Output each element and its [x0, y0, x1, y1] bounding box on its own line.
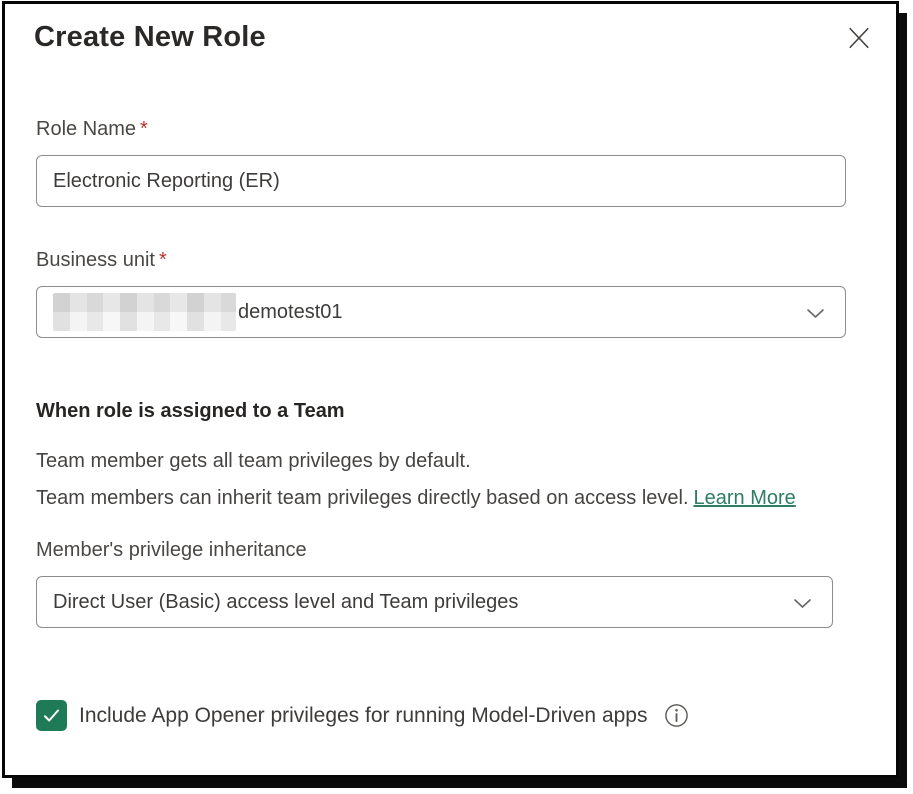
checkmark-icon: [40, 704, 63, 727]
privilege-inheritance-dropdown[interactable]: Direct User (Basic) access level and Tea…: [36, 576, 833, 628]
team-section-heading: When role is assigned to a Team: [36, 398, 846, 425]
app-opener-checkbox[interactable]: [36, 700, 67, 731]
required-asterisk: *: [140, 118, 148, 140]
redacted-text-blur: [53, 293, 236, 331]
close-icon: [844, 23, 874, 53]
close-button[interactable]: [840, 19, 878, 60]
dialog-header: Create New Role: [5, 4, 896, 60]
privilege-inheritance-value: Direct User (Basic) access level and Tea…: [53, 591, 518, 614]
dialog-content: Role Name* Business unit* demotest01 Whe…: [5, 116, 896, 731]
business-unit-value: demotest01: [238, 301, 343, 324]
app-opener-checkbox-row[interactable]: Include App Opener privileges for runnin…: [36, 700, 846, 731]
chevron-down-icon: [791, 592, 814, 615]
business-unit-label-text: Business unit: [36, 249, 155, 271]
info-icon: [663, 702, 690, 729]
team-inherit-text-body: Team members can inherit team privileges…: [36, 487, 689, 509]
learn-more-link[interactable]: Learn More: [694, 487, 796, 509]
dialog-frame: Create New Role Role Name* Business unit…: [0, 0, 913, 794]
role-name-label-text: Role Name: [36, 118, 136, 140]
info-button[interactable]: [663, 702, 690, 729]
role-name-input[interactable]: [36, 155, 846, 207]
team-default-text: Team member gets all team privileges by …: [36, 448, 846, 475]
privilege-inheritance-label: Member's privilege inheritance: [36, 537, 846, 564]
dialog-title: Create New Role: [34, 17, 266, 57]
business-unit-dropdown[interactable]: demotest01: [36, 286, 846, 338]
chevron-down-icon: [804, 302, 827, 325]
create-new-role-dialog: Create New Role Role Name* Business unit…: [2, 1, 899, 778]
role-name-label: Role Name*: [36, 116, 846, 143]
required-asterisk: *: [159, 249, 167, 271]
app-opener-label: Include App Opener privileges for runnin…: [79, 704, 648, 728]
team-inherit-text: Team members can inherit team privileges…: [36, 485, 846, 512]
business-unit-label: Business unit*: [36, 247, 846, 274]
